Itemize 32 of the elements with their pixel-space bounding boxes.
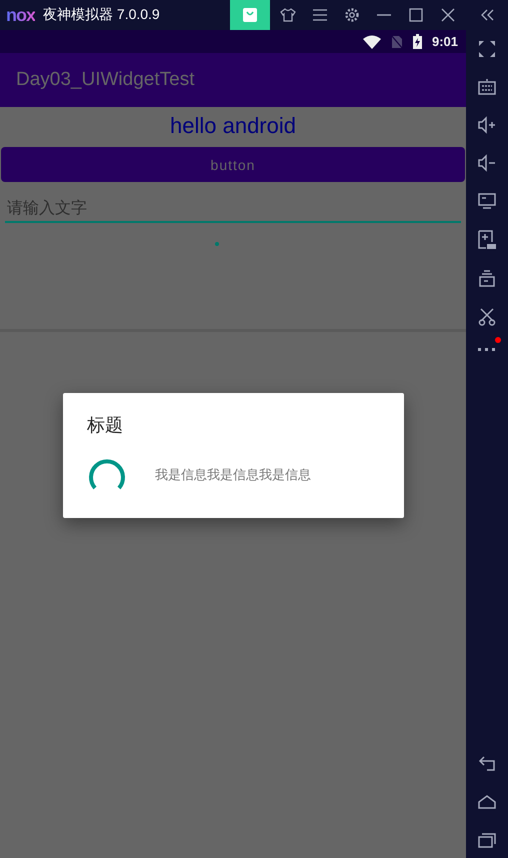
double-chevron-icon xyxy=(480,9,494,21)
input-field[interactable]: 请输入文字 xyxy=(5,193,461,223)
window-title: 夜神模拟器 7.0.0.9 xyxy=(43,6,160,24)
wifi-icon xyxy=(362,34,381,48)
menu-icon xyxy=(312,8,328,22)
add-apk-icon[interactable] xyxy=(478,230,496,250)
fullscreen-icon[interactable] xyxy=(478,40,496,58)
close-icon xyxy=(441,8,455,22)
volume-up-icon[interactable] xyxy=(478,116,496,134)
screen-icon[interactable] xyxy=(478,192,496,210)
maximize-icon xyxy=(409,8,423,22)
more-icon[interactable] xyxy=(478,346,496,352)
stack-icon[interactable] xyxy=(478,270,496,288)
dialog-title: 标题 xyxy=(87,414,124,437)
minimize-icon xyxy=(377,14,391,16)
volume-down-icon[interactable] xyxy=(478,154,496,172)
home-icon[interactable] xyxy=(478,794,496,810)
status-time: 9:01 xyxy=(432,34,458,49)
heading-text: hello android xyxy=(169,112,297,140)
bag-icon xyxy=(242,7,258,23)
back-icon[interactable] xyxy=(478,756,496,772)
primary-button[interactable]: button xyxy=(1,147,465,182)
no-sim-icon xyxy=(390,34,403,48)
shirt-icon xyxy=(280,7,296,23)
progress-dot xyxy=(215,242,219,246)
app-title: Day03_UIWidgetTest xyxy=(16,69,194,91)
recent-apps-icon[interactable] xyxy=(478,832,496,848)
keyboard-icon[interactable] xyxy=(478,78,496,96)
scissors-icon[interactable] xyxy=(478,308,496,326)
settings-icon xyxy=(344,7,360,23)
dialog-message: 我是信息我是信息我是信息 xyxy=(155,467,311,484)
battery-charging-icon xyxy=(412,34,422,49)
